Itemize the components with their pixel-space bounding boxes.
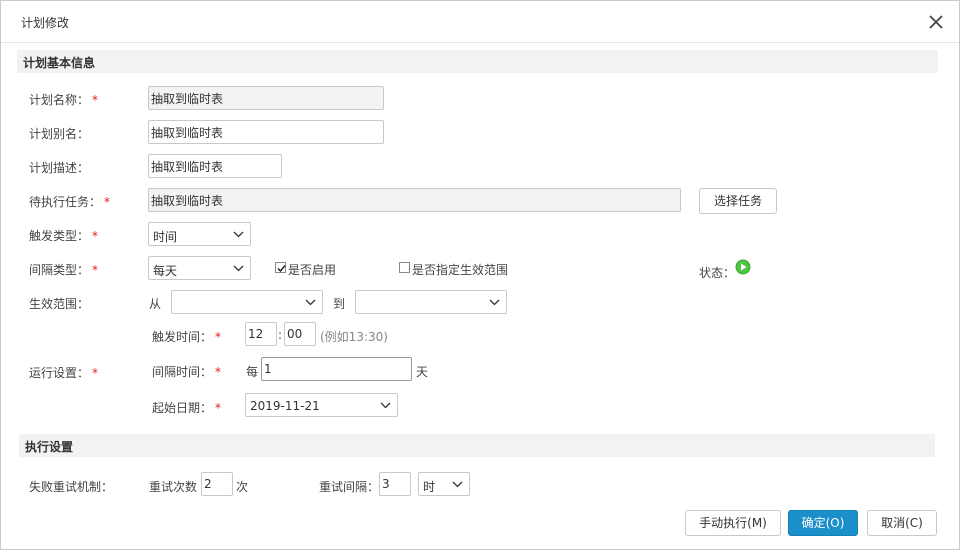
chevron-down-icon (305, 299, 316, 306)
status-label: 状态： (699, 266, 736, 280)
run-settings-label: 运行设置： * (29, 366, 99, 380)
section-basic-info: 计划基本信息 (17, 50, 938, 73)
choose-task-button[interactable]: 选择任务 (699, 188, 777, 214)
chevron-down-icon (233, 265, 244, 272)
plan-desc-input[interactable] (148, 154, 282, 178)
trigger-type-select[interactable]: 时间 (148, 222, 251, 246)
pending-task-label: 待执行任务： * (29, 195, 111, 209)
close-icon[interactable] (927, 13, 945, 31)
range-from-select[interactable] (171, 290, 323, 314)
start-date-label: 起始日期： * (152, 401, 222, 415)
chevron-down-icon (489, 299, 500, 306)
retry-mechanism-label: 失败重试机制： (29, 480, 114, 494)
enable-checkbox[interactable] (275, 262, 286, 273)
range-from-label: 从 (149, 297, 162, 311)
trigger-type-label: 触发类型： * (29, 229, 99, 243)
section-basic-info-title: 计划基本信息 (23, 56, 96, 70)
start-date-select[interactable]: 2019-11-21 (245, 393, 398, 417)
interval-type-label: 间隔类型： * (29, 263, 99, 277)
chevron-down-icon (452, 481, 463, 488)
pending-task-input[interactable] (148, 188, 681, 212)
play-status-icon[interactable] (735, 259, 751, 275)
plan-name-label: 计划名称： * (29, 93, 99, 107)
every-label: 每 (246, 365, 259, 379)
minute-input[interactable] (284, 322, 316, 346)
range-to-select[interactable] (355, 290, 507, 314)
plan-alias-label: 计划别名： (29, 127, 90, 141)
time-colon: : (278, 328, 283, 342)
start-date-value: 2019-11-21 (250, 399, 320, 413)
plan-name-input[interactable] (148, 86, 384, 110)
interval-type-select[interactable]: 每天 (148, 256, 251, 280)
enable-checkbox-label: 是否启用 (288, 263, 337, 277)
range-specify-checkbox[interactable] (399, 262, 410, 273)
interval-time-label: 间隔时间： * (152, 365, 222, 379)
day-unit-label: 天 (416, 365, 429, 379)
retry-count-label: 重试次数 (149, 480, 198, 494)
time-hint: (例如13:30) (320, 330, 388, 344)
retry-count-unit: 次 (236, 480, 249, 494)
dialog-title: 计划修改 (21, 16, 70, 30)
plan-desc-label: 计划描述： (29, 161, 90, 175)
trigger-type-value: 时间 (153, 230, 178, 244)
retry-interval-unit-select[interactable]: 时 (418, 472, 470, 496)
chevron-down-icon (380, 402, 391, 409)
section-exec-settings-title: 执行设置 (25, 440, 74, 454)
range-specify-label: 是否指定生效范围 (412, 263, 509, 277)
cancel-button[interactable]: 取消(C) (867, 510, 937, 536)
interval-value-input[interactable] (261, 357, 412, 381)
interval-type-value: 每天 (153, 264, 178, 278)
plan-alias-input[interactable] (148, 120, 384, 144)
chevron-down-icon (233, 231, 244, 238)
section-exec-settings: 执行设置 (19, 434, 935, 457)
retry-interval-label: 重试间隔： (319, 480, 380, 494)
dialog-titlebar: 计划修改 (1, 1, 959, 43)
manual-run-button[interactable]: 手动执行(M) (685, 510, 781, 536)
checkmark-icon (277, 265, 286, 273)
range-to-label: 到 (333, 297, 346, 311)
retry-interval-input[interactable] (379, 472, 411, 496)
hour-input[interactable] (245, 322, 277, 346)
plan-edit-dialog: 计划修改 计划基本信息 计划名称：* 计划别名： 计划描述： 待执行任务：* 选… (0, 0, 960, 550)
effective-range-label: 生效范围： (29, 297, 90, 311)
retry-count-input[interactable] (201, 472, 233, 496)
trigger-time-label: 触发时间： * (152, 330, 222, 344)
retry-interval-unit-value: 时 (423, 480, 436, 494)
confirm-button[interactable]: 确定(O) (788, 510, 858, 536)
